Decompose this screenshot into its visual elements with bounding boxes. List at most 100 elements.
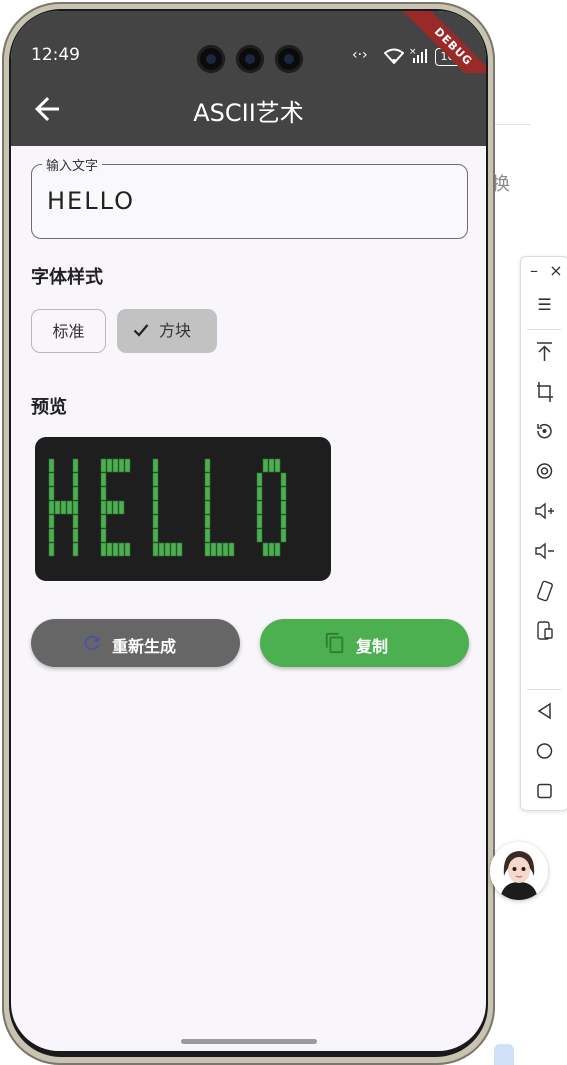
ascii-block xyxy=(204,472,211,487)
ascii-art-preview xyxy=(48,458,287,557)
ascii-block xyxy=(100,528,107,543)
copy-icon xyxy=(325,632,344,654)
volume-down-icon[interactable] xyxy=(521,537,567,565)
minimize-icon[interactable]: – xyxy=(523,261,545,289)
ascii-block xyxy=(48,514,55,529)
upload-icon[interactable] xyxy=(521,337,567,365)
home-indicator[interactable] xyxy=(181,1039,317,1044)
ascii-block xyxy=(72,528,79,543)
ascii-block xyxy=(152,458,159,473)
ascii-block xyxy=(256,500,263,515)
background-divider xyxy=(495,124,531,125)
ascii-block xyxy=(216,542,223,557)
ascii-block xyxy=(112,500,119,515)
ascii-block xyxy=(280,500,287,515)
ascii-block xyxy=(176,542,183,557)
ascii-block xyxy=(152,542,159,557)
side-toolbar: – × ☰ xyxy=(520,256,567,811)
ascii-block xyxy=(152,514,159,529)
phone-frame: 12:49 ‹·› × 100 DEBUG xyxy=(2,2,495,1065)
close-icon[interactable]: × xyxy=(545,261,567,289)
ascii-block xyxy=(118,458,125,473)
ascii-block xyxy=(152,472,159,487)
ascii-block xyxy=(164,542,171,557)
ascii-block xyxy=(72,542,79,557)
preview-heading: 预览 xyxy=(31,397,67,418)
crop-icon[interactable] xyxy=(521,377,567,405)
app-bar: ASCII艺术 xyxy=(11,73,486,146)
ascii-block xyxy=(256,472,263,487)
ascii-block xyxy=(152,528,159,543)
ascii-block xyxy=(48,500,55,515)
assistant-avatar[interactable] xyxy=(490,842,548,900)
ascii-preview-box xyxy=(35,437,331,581)
recents-icon[interactable] xyxy=(521,777,567,805)
ascii-block xyxy=(170,542,177,557)
regenerate-button[interactable]: 重新生成 xyxy=(31,619,240,667)
ascii-block xyxy=(228,542,235,557)
ascii-block xyxy=(60,500,67,515)
ascii-block xyxy=(48,542,55,557)
ascii-block xyxy=(262,458,269,473)
volume-up-icon[interactable] xyxy=(521,497,567,525)
ascii-block xyxy=(152,486,159,501)
rotate-icon[interactable] xyxy=(521,417,567,445)
text-input-value[interactable]: HELLO xyxy=(47,187,135,215)
shake-icon[interactable] xyxy=(521,577,567,605)
ascii-block xyxy=(274,458,281,473)
ascii-block xyxy=(280,486,287,501)
ascii-block xyxy=(54,500,61,515)
ascii-block xyxy=(280,514,287,529)
ascii-block xyxy=(72,514,79,529)
signal-icon: × xyxy=(409,47,427,63)
back-icon[interactable] xyxy=(521,697,567,725)
copy-label: 复制 xyxy=(356,637,389,656)
ascii-block xyxy=(222,542,229,557)
ascii-block xyxy=(256,486,263,501)
ascii-block xyxy=(268,458,275,473)
ascii-block xyxy=(72,486,79,501)
refresh-icon xyxy=(84,635,100,651)
ascii-block xyxy=(100,542,107,557)
camera-lens-icon xyxy=(197,45,225,73)
ascii-block xyxy=(204,486,211,501)
toolbar-divider xyxy=(527,689,561,690)
ascii-block xyxy=(256,528,263,543)
home-icon[interactable] xyxy=(521,737,567,765)
ascii-block xyxy=(204,542,211,557)
menu-icon[interactable]: ☰ xyxy=(521,295,567,323)
chip-block[interactable]: 方块 xyxy=(117,309,217,353)
chip-standard[interactable]: 标准 xyxy=(31,309,106,353)
ascii-block xyxy=(100,458,107,473)
ascii-block xyxy=(100,514,107,529)
ascii-block xyxy=(72,458,79,473)
chip-block-label: 方块 xyxy=(159,321,192,340)
ascii-block xyxy=(100,500,107,515)
copy-button[interactable]: 复制 xyxy=(260,619,469,667)
ascii-block xyxy=(210,542,217,557)
ascii-block xyxy=(48,528,55,543)
font-style-heading: 字体样式 xyxy=(31,267,103,288)
ascii-block xyxy=(262,542,269,557)
ascii-block xyxy=(158,542,165,557)
page-title: ASCII艺术 xyxy=(193,99,304,127)
wifi-icon xyxy=(384,48,404,64)
ascii-block xyxy=(112,458,119,473)
chip-standard-label: 标准 xyxy=(52,322,85,341)
ascii-block xyxy=(204,458,211,473)
screen-record-icon[interactable] xyxy=(521,457,567,485)
text-input-label: 输入文字 xyxy=(42,155,103,174)
text-input-field[interactable]: 输入文字 HELLO xyxy=(31,155,468,239)
send-button-edge[interactable] xyxy=(494,1044,514,1065)
ascii-block xyxy=(256,514,263,529)
ascii-block xyxy=(274,542,281,557)
ascii-block xyxy=(48,458,55,473)
vpn-icon: ‹·› xyxy=(352,47,368,63)
avatar-portrait xyxy=(490,842,548,900)
ascii-block xyxy=(152,500,159,515)
ascii-block xyxy=(124,542,131,557)
ascii-block xyxy=(268,542,275,557)
screenshot-icon[interactable] xyxy=(521,617,567,645)
phone-bezel: 12:49 ‹·› × 100 DEBUG xyxy=(9,9,488,1057)
ascii-block xyxy=(118,500,125,515)
